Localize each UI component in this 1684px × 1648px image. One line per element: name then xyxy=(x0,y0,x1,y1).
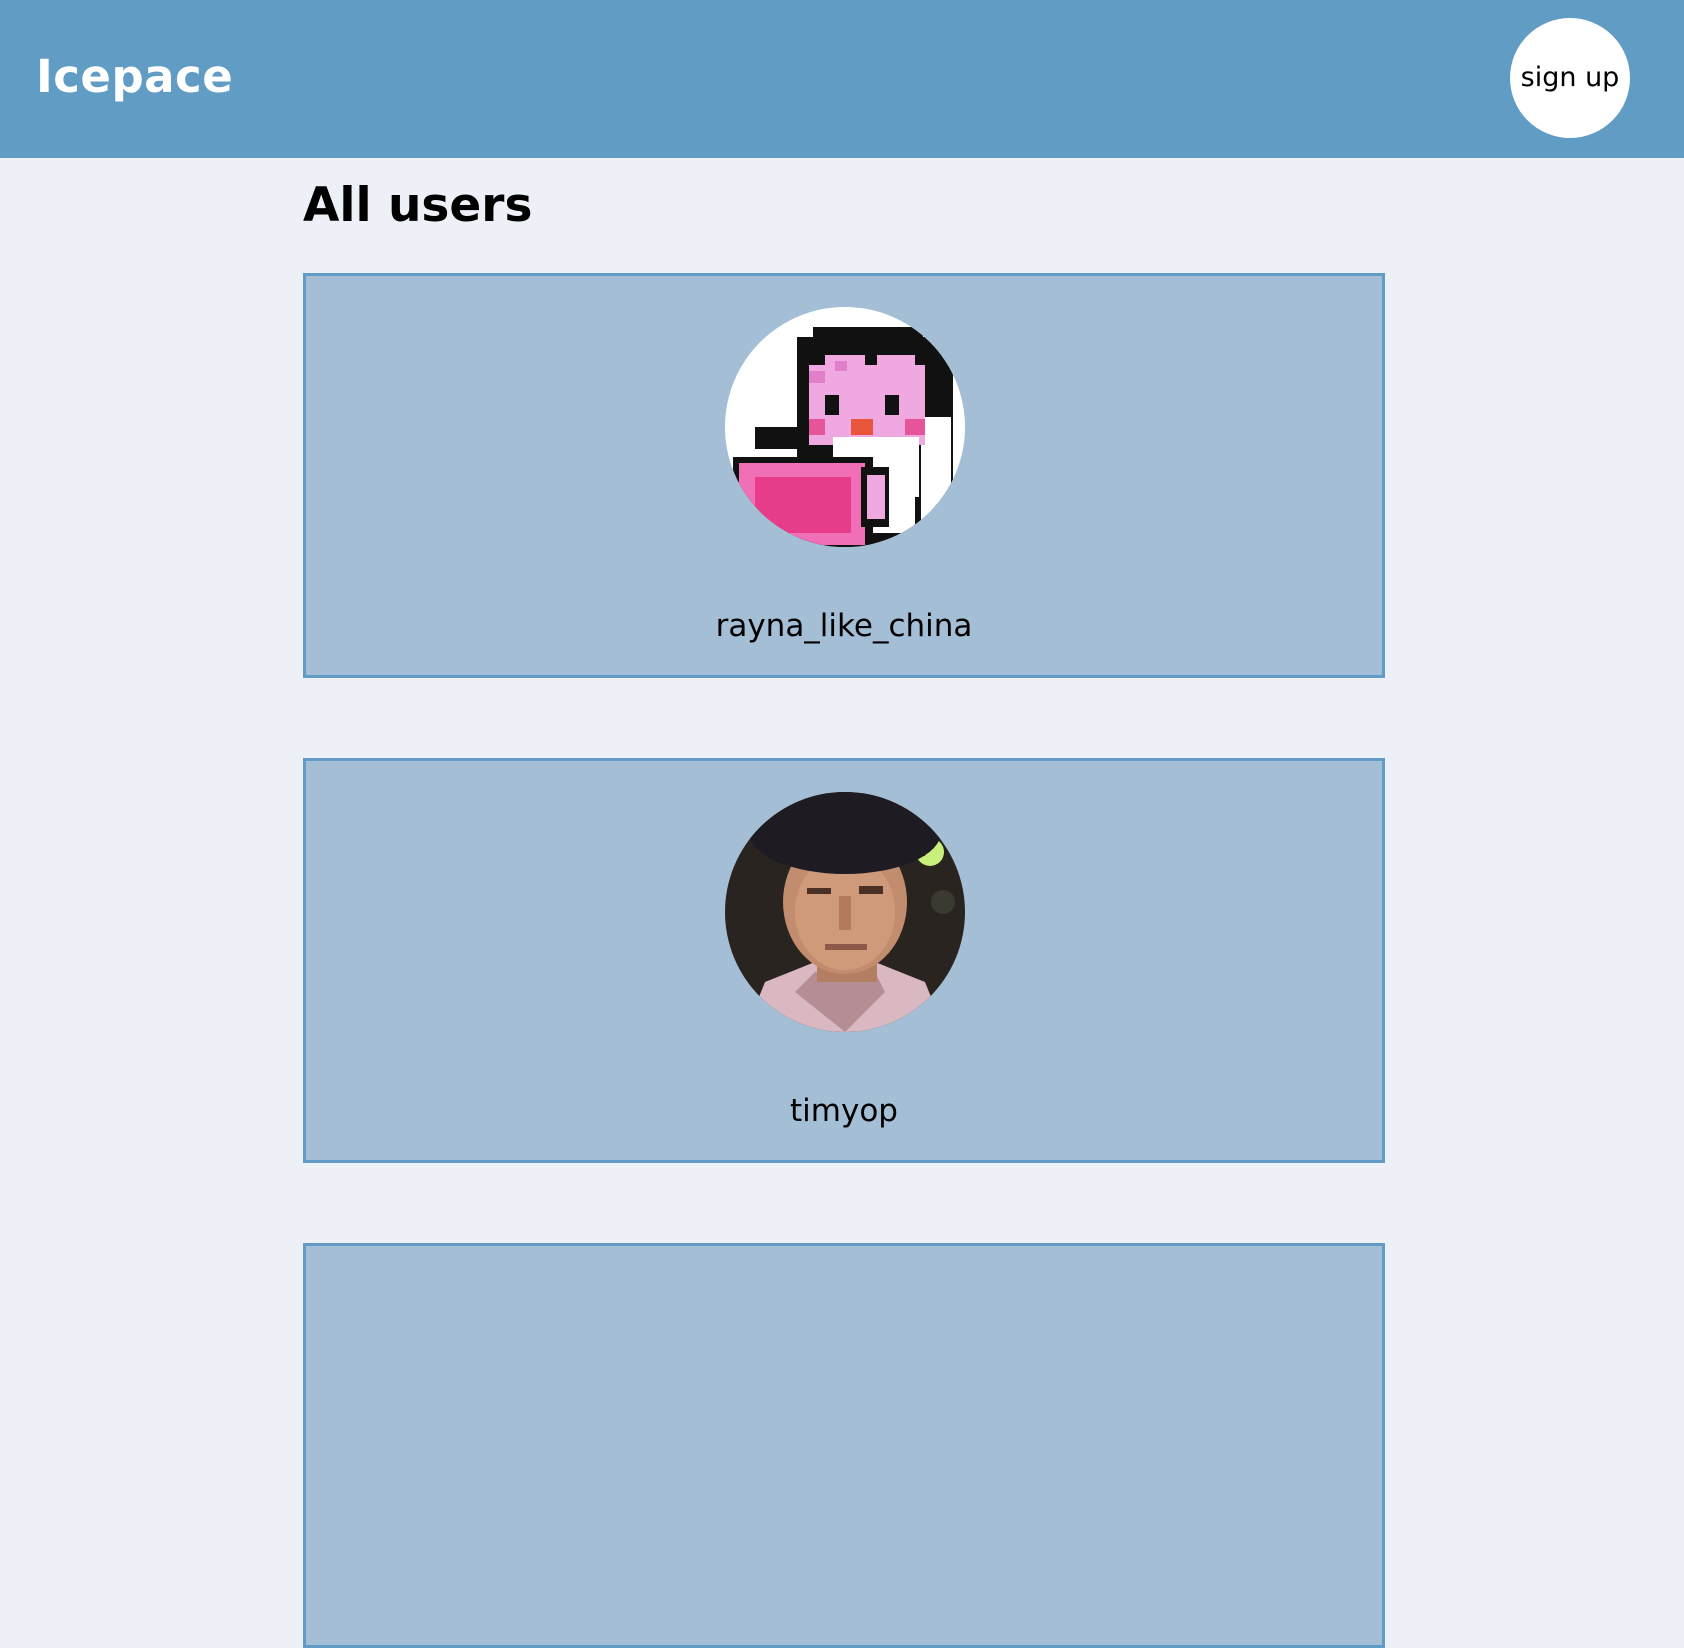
pixel-penguin-avatar-icon xyxy=(725,307,965,547)
username[interactable]: rayna_like_china xyxy=(306,606,1382,646)
user-card[interactable] xyxy=(303,1243,1385,1648)
brand-logo[interactable]: Icepace xyxy=(36,46,233,108)
user-avatar[interactable] xyxy=(725,792,965,1032)
top-navbar: Icepace sign up xyxy=(0,0,1684,158)
man-photo-avatar-icon xyxy=(725,792,965,1032)
username[interactable]: timyop xyxy=(306,1091,1382,1131)
page-title: All users xyxy=(303,178,533,233)
user-card[interactable]: timyop xyxy=(303,758,1385,1163)
user-avatar[interactable] xyxy=(725,307,965,547)
user-card[interactable]: rayna_like_china xyxy=(303,273,1385,678)
sign-up-button[interactable]: sign up xyxy=(1510,18,1630,138)
